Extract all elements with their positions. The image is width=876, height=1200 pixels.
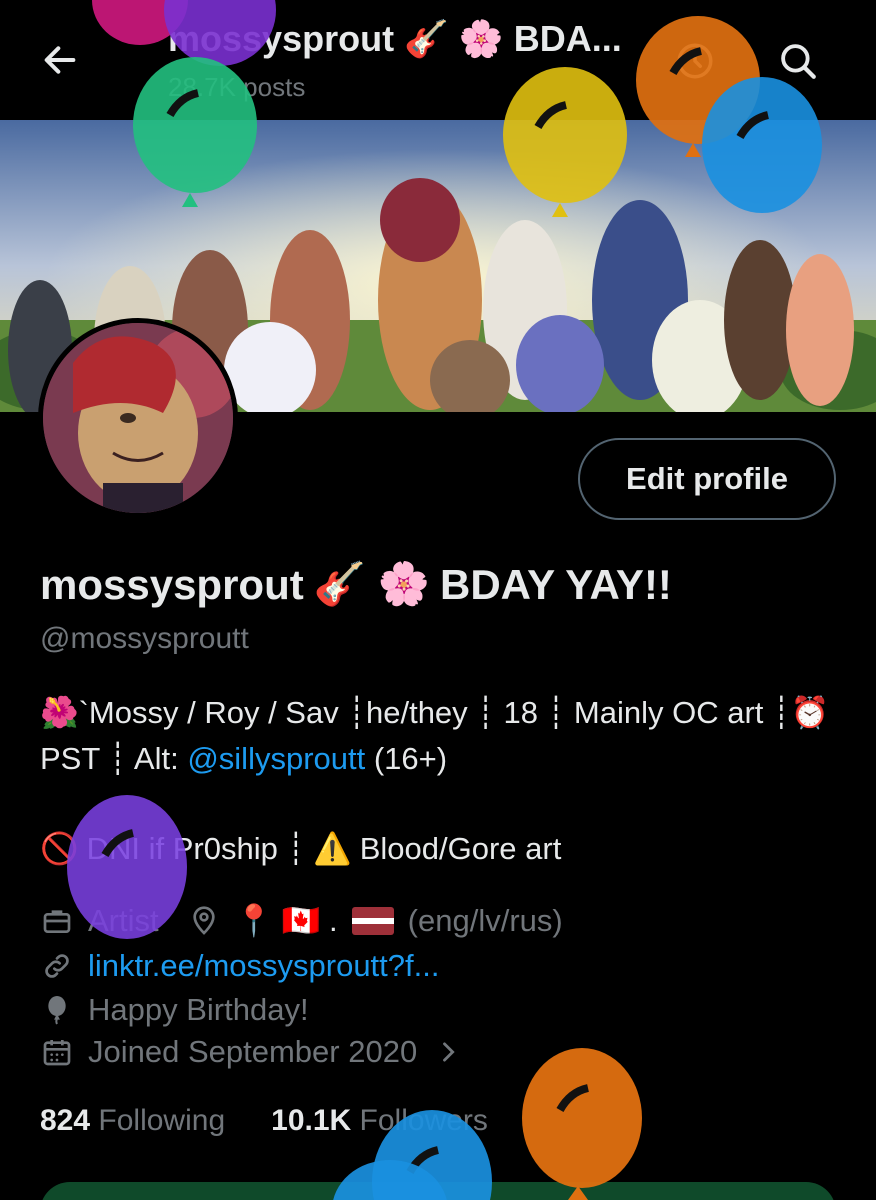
birthday-text: Happy Birthday!: [88, 992, 309, 1027]
link-icon: [40, 949, 74, 983]
website-row: linktr.ee/mossysproutt?f...: [40, 948, 439, 984]
chevron-right-icon: [431, 1035, 465, 1069]
top-bar: mossysprout 🎸 🌸 BDA... 28.7K posts: [0, 0, 876, 120]
languages-text: (eng/lv/rus): [407, 902, 563, 938]
location-pin-icon: [187, 904, 221, 938]
birthday-row: Happy Birthday!: [40, 992, 309, 1028]
user-handle: @mossysproutt: [40, 622, 249, 655]
back-button[interactable]: [38, 38, 82, 82]
bio: 🌺`Mossy / Roy / Sav ┊he/they ┊ 18 ┊ Main…: [40, 690, 840, 782]
followers-count: 10.1K: [271, 1104, 352, 1137]
following-count: 824: [40, 1104, 91, 1137]
avatar-image: [43, 323, 233, 513]
followers-link[interactable]: 10.1K Followers: [271, 1104, 488, 1138]
followers-label: Followers: [359, 1104, 488, 1137]
bottom-banner[interactable]: [40, 1182, 836, 1200]
schedule-button[interactable]: [670, 36, 720, 86]
search-button[interactable]: [773, 36, 823, 86]
prohibited-icon: 🚫: [40, 831, 79, 866]
follow-stats: 824 Following 10.1K Followers: [40, 1104, 488, 1138]
profile-meta-row: Artist 📍 🇨🇦 . (eng/lv/rus): [40, 902, 563, 939]
latvia-flag-icon: [351, 906, 394, 935]
following-label: Following: [98, 1104, 226, 1137]
briefcase-icon: [40, 904, 74, 938]
balloon-icon: [40, 993, 74, 1027]
arrow-left-icon: [44, 46, 76, 74]
content-warning-text: Blood/Gore art: [359, 831, 562, 866]
edit-profile-button[interactable]: Edit profile: [578, 438, 836, 520]
display-name-suffix: BDAY YAY!!: [440, 560, 672, 608]
header-post-count: 28.7K posts: [168, 72, 306, 102]
search-icon: [781, 44, 816, 79]
warning-icon: ⚠️: [313, 831, 352, 866]
balloon-decoration-icon: [522, 1048, 642, 1200]
bio-age-note: (16+): [373, 741, 448, 776]
profession-text: Artist: [88, 902, 159, 938]
bio-warnings: 🚫 DNI if Pr0ship ┊ ⚠️ Blood/Gore art: [40, 826, 561, 872]
header-title: mossysprout 🎸 🌸 BDA...: [168, 18, 622, 59]
dni-text: DNI if Pr0ship ┊: [86, 831, 306, 866]
clock-icon: [677, 43, 713, 79]
calendar-icon: [40, 1035, 74, 1069]
joined-row[interactable]: Joined September 2020: [40, 1034, 465, 1070]
following-link[interactable]: 824 Following: [40, 1104, 225, 1138]
display-name-text: mossysprout: [40, 560, 304, 608]
avatar[interactable]: [38, 318, 238, 518]
display-name: mossysprout 🎸 🌸 BDAY YAY!!: [40, 560, 672, 609]
location-text: 📍 🇨🇦 .: [234, 903, 338, 938]
alt-account-link[interactable]: @sillysproutt: [187, 741, 365, 776]
website-link[interactable]: linktr.ee/mossysproutt?f...: [88, 948, 439, 984]
joined-text: Joined September 2020: [88, 1034, 418, 1069]
display-name-emoji: 🎸 🌸: [313, 560, 430, 607]
